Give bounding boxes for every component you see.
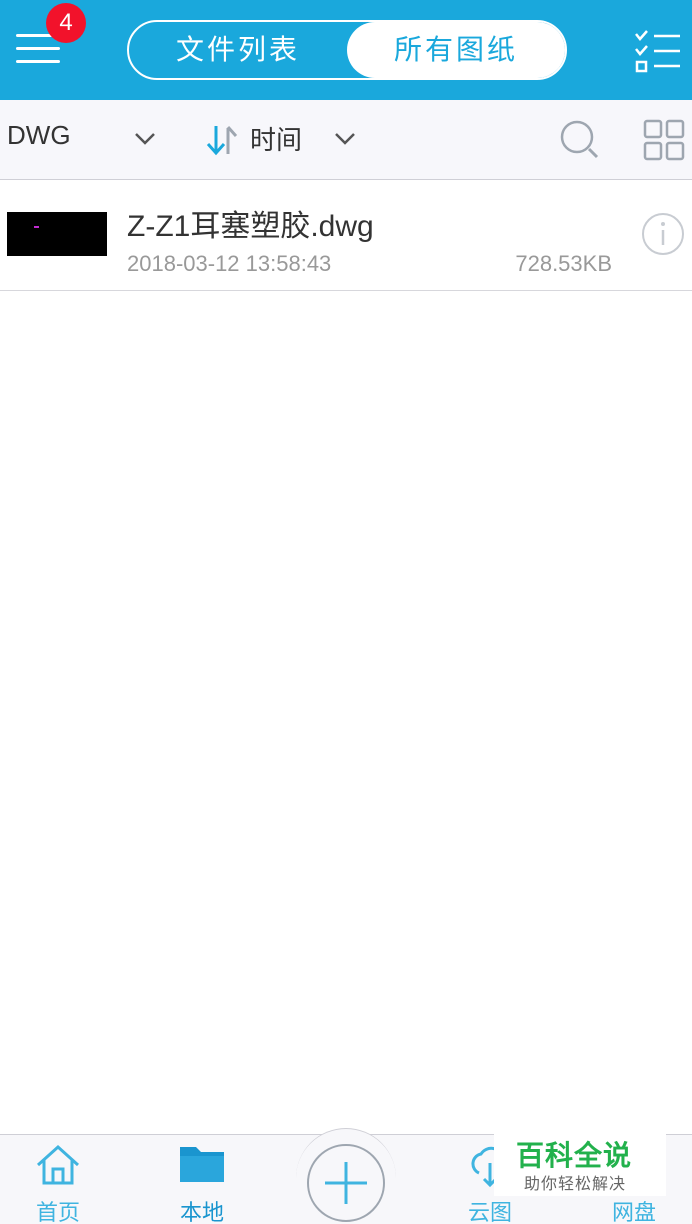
menu-icon-bar bbox=[16, 60, 60, 63]
nav-local-label: 本地 bbox=[179, 1201, 224, 1224]
nav-home-label: 首页 bbox=[35, 1201, 80, 1224]
watermark-subtitle: 助你轻松解决 bbox=[524, 1174, 627, 1193]
tab-file-list[interactable]: 文件列表 bbox=[129, 22, 347, 78]
file-name-cjk: 耳塞塑胶 bbox=[190, 209, 311, 244]
plus-icon bbox=[325, 1162, 367, 1204]
thumbnail-mark bbox=[34, 226, 39, 228]
file-name: Z-Z1耳塞塑胶.dwg bbox=[127, 201, 374, 245]
sort-label[interactable]: 时间 bbox=[250, 120, 302, 157]
watermark-logo: 百科全说 助你轻松解决 bbox=[494, 1134, 666, 1196]
file-list-item[interactable]: Z-Z1耳塞塑胶.dwg 2018-03-12 13:58:43 728.53K… bbox=[0, 181, 692, 291]
notification-badge: 4 bbox=[46, 3, 86, 43]
file-type-filter[interactable]: DWG bbox=[7, 120, 71, 151]
menu-icon-bar bbox=[16, 47, 60, 50]
nav-cloud-label: 云图 bbox=[467, 1201, 512, 1224]
grid-view-icon[interactable] bbox=[642, 118, 686, 162]
home-icon bbox=[36, 1144, 80, 1185]
info-icon[interactable] bbox=[641, 212, 685, 256]
checklist-icon[interactable] bbox=[632, 28, 682, 74]
watermark-title: 百科全说 bbox=[516, 1139, 633, 1172]
file-name-prefix: Z-Z1 bbox=[127, 210, 191, 243]
app-header: 4 文件列表 所有图纸 bbox=[0, 0, 692, 100]
view-switcher: 文件列表 所有图纸 bbox=[127, 20, 567, 80]
file-name-ext: .dwg bbox=[310, 210, 374, 243]
chevron-down-icon[interactable] bbox=[130, 124, 160, 154]
tab-all-drawings[interactable]: 所有图纸 bbox=[347, 22, 565, 78]
chevron-down-icon[interactable] bbox=[330, 124, 360, 154]
add-button[interactable] bbox=[307, 1144, 385, 1222]
sort-icon[interactable] bbox=[204, 122, 244, 158]
search-icon[interactable] bbox=[558, 118, 602, 162]
nav-local[interactable]: 本地 bbox=[152, 1135, 252, 1224]
drawing-thumbnail bbox=[7, 212, 107, 256]
nav-netdisk-label: 网盘 bbox=[611, 1201, 656, 1224]
file-date: 2018-03-12 13:58:43 bbox=[127, 251, 332, 276]
nav-home[interactable]: 首页 bbox=[8, 1135, 108, 1224]
folder-icon bbox=[180, 1147, 224, 1182]
file-size: 728.53KB bbox=[515, 251, 612, 276]
